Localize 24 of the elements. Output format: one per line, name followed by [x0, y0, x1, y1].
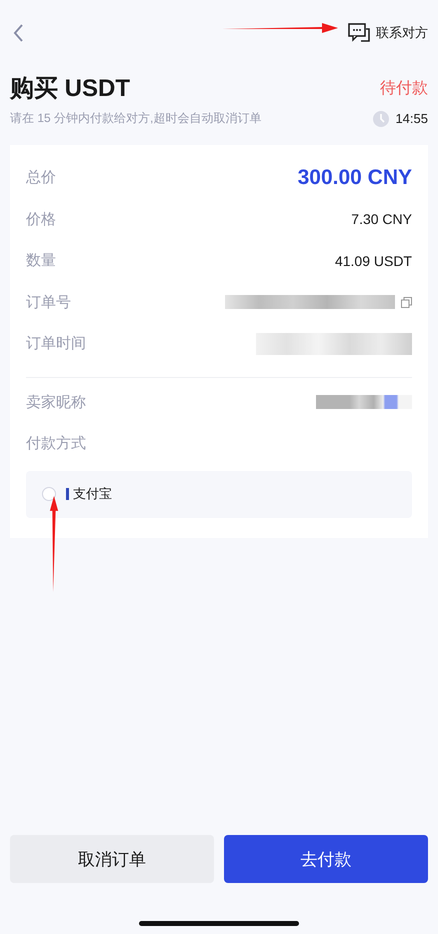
payment-name: 支付宝 — [73, 485, 112, 503]
total-amount: 300.00 CNY — [298, 166, 412, 190]
copy-icon[interactable] — [401, 296, 412, 308]
back-icon[interactable] — [12, 23, 25, 43]
detail-label: 卖家昵称 — [26, 392, 86, 412]
cancel-button[interactable]: 取消订单 — [10, 835, 214, 883]
countdown-timer: 14:55 — [395, 111, 428, 126]
detail-label: 订单时间 — [26, 334, 86, 354]
detail-value: 7.30 CNY — [351, 211, 412, 228]
detail-label: 数量 — [26, 251, 56, 270]
radio-button[interactable] — [42, 487, 56, 501]
page-title: 购买 USDT — [10, 74, 130, 104]
order-status: 待付款 — [380, 78, 428, 98]
contact-button[interactable]: 联系对方 — [348, 23, 428, 43]
chat-icon — [348, 23, 370, 43]
clock-icon — [373, 110, 390, 126]
payment-notice: 请在 15 分钟内付款给对方,超时会自动取消订单 — [10, 110, 262, 127]
pay-button[interactable]: 去付款 — [224, 835, 428, 883]
detail-label: 订单号 — [26, 292, 71, 312]
detail-label: 总价 — [26, 168, 56, 188]
payment-option[interactable]: 支付宝 — [26, 470, 412, 518]
detail-label: 价格 — [26, 210, 56, 229]
detail-value: 41.09 USDT — [334, 252, 412, 269]
detail-label: 付款方式 — [26, 434, 86, 454]
